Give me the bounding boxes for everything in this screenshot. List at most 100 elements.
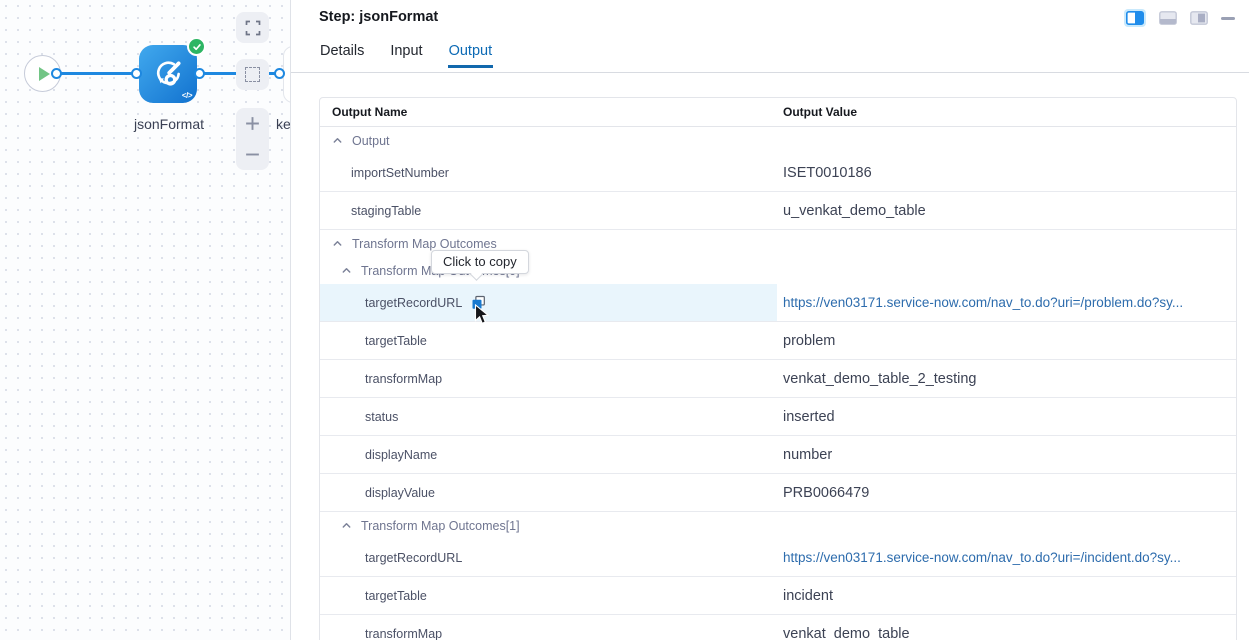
output-value-cell: number (777, 436, 1236, 473)
output-name: transformMap (365, 372, 442, 386)
step-node-jsonformat[interactable]: </> (139, 45, 197, 103)
output-value-link[interactable]: https://ven03171.service-now.com/nav_to.… (783, 295, 1183, 310)
output-value-cell: venkat_demo_table_2_testing (777, 360, 1236, 397)
fit-to-screen-icon (245, 20, 261, 36)
output-name: displayName (365, 448, 437, 462)
right-panel-button[interactable] (1190, 11, 1208, 25)
output-name-cell: transformMap (320, 615, 777, 640)
flow-canvas[interactable]: </> jsonFormat ke (0, 0, 290, 640)
tab-input[interactable]: Input (389, 40, 423, 68)
chevron-up-icon[interactable] (332, 135, 343, 146)
connector-port[interactable] (194, 68, 205, 79)
output-value: ISET0010186 (783, 165, 872, 181)
section-label: Transform Map Outcomes[1] (361, 519, 520, 533)
output-name-cell: importSetNumber (320, 154, 777, 191)
copy-tooltip-text: Click to copy (443, 254, 517, 269)
table-row: stagingTable u_venkat_demo_table (320, 192, 1236, 230)
output-name-cell: stagingTable (320, 192, 777, 229)
copy-tooltip: Click to copy (431, 250, 529, 274)
zoom-controls (236, 108, 269, 170)
output-name-cell: status (320, 398, 777, 435)
connector-port[interactable] (131, 68, 142, 79)
connector-port[interactable] (274, 68, 285, 79)
output-name: importSetNumber (351, 166, 449, 180)
table-row: transformMap venkat_demo_table (320, 615, 1236, 640)
panel-content: Output Name Output Value Output importSet… (291, 73, 1249, 640)
success-check-icon (187, 37, 206, 56)
zoom-out-icon (244, 146, 261, 163)
table-row: transformMap venkat_demo_table_2_testing (320, 360, 1236, 398)
next-step-label: ke (276, 116, 290, 132)
output-value: incident (783, 588, 833, 604)
output-name-cell: targetRecordURL (320, 284, 777, 321)
output-value: PRB0066479 (783, 485, 869, 501)
output-name: stagingTable (351, 204, 421, 218)
output-name-cell: transformMap (320, 360, 777, 397)
table-row: displayValue PRB0066479 (320, 474, 1236, 512)
table-row: targetRecordURL https://ven03171.service-… (320, 539, 1236, 577)
panel-title: Step: jsonFormat (319, 9, 438, 25)
section-header[interactable]: Transform Map Outcomes[1] (320, 512, 1236, 539)
output-name: status (365, 410, 398, 424)
table-row: targetTable problem (320, 322, 1236, 360)
output-value-link[interactable]: https://ven03171.service-now.com/nav_to.… (783, 550, 1181, 565)
output-name-cell: targetTable (320, 577, 777, 614)
right-panel-icon (1190, 11, 1208, 25)
output-table-body: Output importSetNumber ISET0010186 stagingT… (320, 127, 1236, 640)
table-row: targetRecordURL https://ven03171.service-… (320, 284, 1236, 322)
chevron-up-icon[interactable] (341, 520, 352, 531)
output-name-cell: targetRecordURL (320, 539, 777, 576)
output-value: u_venkat_demo_table (783, 203, 926, 219)
step-node-label: jsonFormat (109, 116, 229, 132)
split-view-button[interactable] (1124, 9, 1146, 27)
chevron-up-icon[interactable] (341, 265, 352, 276)
output-name-cell: displayName (320, 436, 777, 473)
table-row: targetTable incident (320, 577, 1236, 615)
table-header: Output Name Output Value (320, 98, 1236, 127)
table-row: displayName number (320, 436, 1236, 474)
chevron-up-icon[interactable] (332, 238, 343, 249)
marquee-select-button[interactable] (236, 59, 269, 90)
bottom-panel-button[interactable] (1159, 11, 1177, 25)
output-name-cell: targetTable (320, 322, 777, 359)
section-label: Output (352, 134, 390, 148)
output-value-cell: u_venkat_demo_table (777, 192, 1236, 229)
copy-icon (471, 295, 486, 310)
output-name: targetTable (365, 334, 427, 348)
panel-header: Step: jsonFormat (291, 0, 1249, 40)
output-name: displayValue (365, 486, 435, 500)
output-name: targetRecordURL (365, 296, 462, 310)
marquee-select-icon (245, 67, 260, 82)
minimize-icon (1221, 17, 1235, 20)
output-value-cell: venkat_demo_table (777, 615, 1236, 640)
output-value-cell: incident (777, 577, 1236, 614)
output-table: Output Name Output Value Output importSet… (319, 97, 1237, 640)
output-name: targetRecordURL (365, 551, 462, 565)
fit-to-screen-button[interactable] (236, 12, 269, 43)
zoom-in-button[interactable] (236, 108, 269, 139)
section-header[interactable]: Output (320, 127, 1236, 154)
connector-port[interactable] (51, 68, 62, 79)
split-view-icon (1126, 11, 1144, 25)
output-name: targetTable (365, 589, 427, 603)
output-value: venkat_demo_table (783, 626, 910, 640)
minimize-panel-button[interactable] (1221, 17, 1235, 20)
output-value-cell: ISET0010186 (777, 154, 1236, 191)
output-value-cell: https://ven03171.service-now.com/nav_to.… (777, 284, 1236, 321)
zoom-out-button[interactable] (236, 139, 269, 170)
output-name-cell: displayValue (320, 474, 777, 511)
table-row: importSetNumber ISET0010186 (320, 154, 1236, 192)
copy-button[interactable] (471, 295, 486, 310)
bottom-panel-icon (1159, 11, 1177, 25)
output-value-cell: inserted (777, 398, 1236, 435)
tab-details[interactable]: Details (319, 40, 365, 68)
tab-output[interactable]: Output (448, 40, 494, 68)
output-value-cell: problem (777, 322, 1236, 359)
output-value: problem (783, 333, 835, 349)
flow-designer-app: </> jsonFormat ke (0, 0, 1249, 640)
step-detail-panel: Step: jsonFormat (290, 0, 1249, 640)
section-label: Transform Map Outcomes (352, 237, 497, 251)
output-name: transformMap (365, 627, 442, 640)
json-transform-icon (150, 56, 186, 92)
output-value: number (783, 447, 832, 463)
